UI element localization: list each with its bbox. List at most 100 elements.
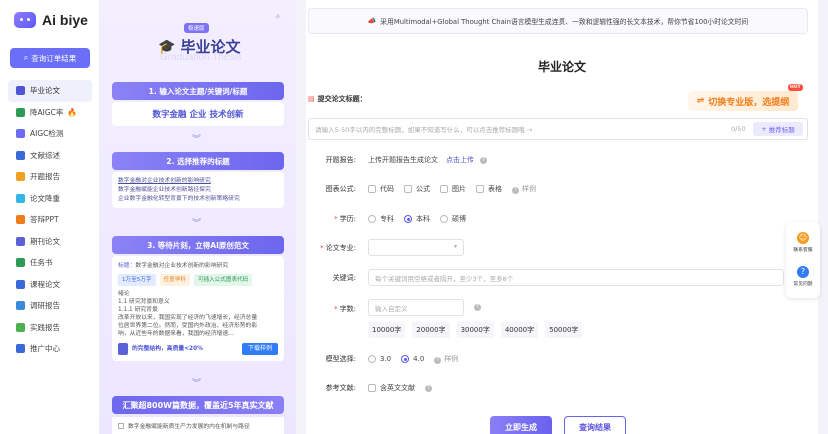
option-code[interactable]: 代码 (368, 184, 394, 194)
word-chip-40000[interactable]: 40000字 (500, 322, 539, 338)
option-table-label: 表格 (488, 185, 502, 193)
switch-pro-button[interactable]: ⇌ 切换专业版，选提纲 (688, 91, 798, 111)
practice-icon (16, 322, 25, 332)
radio-model-4[interactable]: 4.0 (401, 355, 424, 363)
sample-line: 改革开放以来，我国实现了经济的飞速增长，经济总量 (118, 315, 258, 321)
help-icon[interactable]: ? (425, 384, 432, 392)
sidebar-item-label: 实践报告 (30, 322, 60, 332)
document-icon: ▤ (308, 95, 315, 103)
sidebar-item[interactable]: 毕业论文 (8, 80, 92, 102)
example-link[interactable]: ? 样例 (434, 354, 458, 364)
proposal-text: 上传开题报告生成论文 (368, 156, 438, 164)
sidebar-item[interactable]: 任务书 (8, 252, 92, 274)
sidebar-item[interactable]: 课程论文 (8, 274, 92, 296)
word-chip-30000[interactable]: 30000字 (456, 322, 494, 338)
title-char-counter: 0/50 (731, 125, 746, 133)
speed-badge: 极速版 (184, 23, 209, 33)
radio-model-4-label: 4.0 (413, 355, 425, 363)
generate-button[interactable]: 立即生成 (490, 416, 552, 434)
query-order-button[interactable]: ⌕ 查询订单结果 (10, 48, 90, 68)
keywords-row: 每个关键词用空格或者隔开，至少3个，至多8个 (368, 269, 784, 286)
sample-footer-label: 的完整结构，高质量<20% (132, 346, 203, 352)
title-example-1: 数字金融对企业技术创新的影响研究 (118, 178, 211, 184)
sidebar-item-label: 答辩PPT (30, 215, 59, 225)
sidebar-item-label: AIGC检测 (30, 129, 64, 139)
promo-list-item[interactable]: 数字金融赋能新质生产力发展的内在机制与路径 (112, 417, 284, 434)
aigc-detect-icon (16, 129, 25, 139)
task-icon (16, 258, 25, 268)
recommend-title-button[interactable]: + 推荐标题 (753, 122, 803, 136)
sample-line: 绪论 (118, 291, 130, 297)
radio-model-3[interactable]: 3.0 (368, 355, 391, 363)
dedupe-icon (16, 193, 25, 203)
radio-junior[interactable]: 专科 (368, 214, 394, 224)
graduation-cap-icon (16, 86, 25, 96)
query-result-button[interactable]: 查询结果 (564, 416, 626, 434)
sidebar-item-label: 任务书 (30, 258, 53, 268)
sample-tags: 1万至5万字 任意学科 可插入公式图表代码 (118, 274, 278, 286)
words-custom-input[interactable]: 输入自定义 (368, 299, 464, 316)
word-chip-10000[interactable]: 10000字 (368, 322, 406, 338)
english-refs-label: 含英文文献 (380, 384, 415, 392)
degree-label-text: 学历: (339, 215, 356, 223)
title-example-2: 数字金融赋能企业技术创新路径探究 (118, 186, 211, 193)
promotion-icon (16, 344, 25, 354)
english-refs-checkbox[interactable]: 含英文文献 (368, 383, 415, 393)
major-label: * 论文专业: (306, 243, 356, 253)
faq-button[interactable]: ? 常见问题 (786, 266, 820, 287)
model-row: 3.0 4.0 ? 样例 (368, 354, 458, 364)
sample-title-label: 标题： (118, 263, 136, 269)
sidebar-item[interactable]: AIGC检测 (8, 123, 92, 145)
word-chip-50000[interactable]: 50000字 (545, 322, 583, 338)
words-label: * 字数: (306, 304, 356, 314)
switch-pro-label: 切换专业版，选提纲 (708, 97, 790, 108)
option-formula-label: 公式 (416, 185, 430, 193)
required-mark: * (334, 305, 338, 313)
radio-model-3-label: 3.0 (380, 355, 392, 363)
titles-example: 数字金融对企业技术创新的影响研究 数字金融赋能企业技术创新路径探究 企业数字金融… (112, 172, 284, 209)
required-mark: * (334, 215, 338, 223)
faq-label: 常见问题 (793, 282, 813, 287)
help-icon[interactable]: ? (480, 156, 487, 164)
word-chip-20000[interactable]: 20000字 (412, 322, 450, 338)
sidebar-item[interactable]: 开题报告 (8, 166, 92, 188)
sidebar-nav: 毕业论文 降AIGC率 🔥 AIGC检测文献综述 开题报告 论文降重答辩PPT 期刊论文任务… (8, 80, 92, 360)
logo-robot-icon (14, 12, 36, 28)
sidebar-item-label: 期刊论文 (30, 236, 60, 246)
option-image[interactable]: 图片 (440, 184, 466, 194)
radio-bachelor[interactable]: 本科 (404, 214, 430, 224)
option-formula[interactable]: 公式 (404, 184, 430, 194)
upload-link[interactable]: 点击上传 (446, 155, 474, 165)
option-code-label: 代码 (380, 185, 394, 193)
sample-title-line: 标题：数字金融对企业技术创新的影响研究 (118, 262, 278, 270)
ppt-icon (16, 215, 25, 225)
option-table[interactable]: 表格 (476, 184, 502, 194)
sidebar-item[interactable]: 实践报告 (8, 317, 92, 339)
sidebar-item[interactable]: 调研报告 (8, 295, 92, 317)
step-3-bar: 3. 等待片刻，立得AI原创范文 (112, 236, 284, 254)
radio-master[interactable]: 硕博 (440, 214, 466, 224)
major-select[interactable]: ▾ (368, 239, 464, 256)
example-link[interactable]: ? 样例 (512, 184, 536, 194)
radio-icon (368, 355, 376, 363)
sidebar-item[interactable]: 推广中心 (8, 338, 92, 360)
sidebar-item[interactable]: 文献综述 (8, 145, 92, 167)
download-sample-button[interactable]: 下载样例 (241, 343, 278, 355)
contact-service-button[interactable]: ☺ 联系客服 (786, 232, 820, 253)
help-icon[interactable]: ? (474, 304, 481, 311)
query-order-label: 查询订单结果 (31, 53, 77, 63)
sidebar-item[interactable]: 答辩PPT (8, 209, 92, 231)
refs-row: 含英文文献 ? (368, 383, 432, 393)
sample-line: 位居世界第二位。然而，受国内外政治、经济形势的影 (118, 323, 258, 329)
sidebar-item[interactable]: 期刊论文 (8, 231, 92, 253)
banner-text: 采用Multimodal+Global Thought Chain语言模型生成连… (380, 18, 749, 26)
sidebar-item[interactable]: 论文降重 (8, 188, 92, 210)
sidebar-item[interactable]: 降AIGC率 🔥 (8, 102, 92, 124)
chevron-down-icon: ︾ (192, 135, 202, 145)
degree-row: 专科 本科 硕博 (368, 214, 476, 224)
keywords-label: 关键词: (332, 274, 356, 282)
required-mark: * (320, 244, 324, 252)
keywords-input[interactable]: 每个关键词用空格或者隔开，至少3个，至多8个 (368, 269, 784, 286)
logo[interactable]: Ai biye (14, 12, 88, 28)
words-input-row: 输入自定义 ? (368, 299, 481, 316)
